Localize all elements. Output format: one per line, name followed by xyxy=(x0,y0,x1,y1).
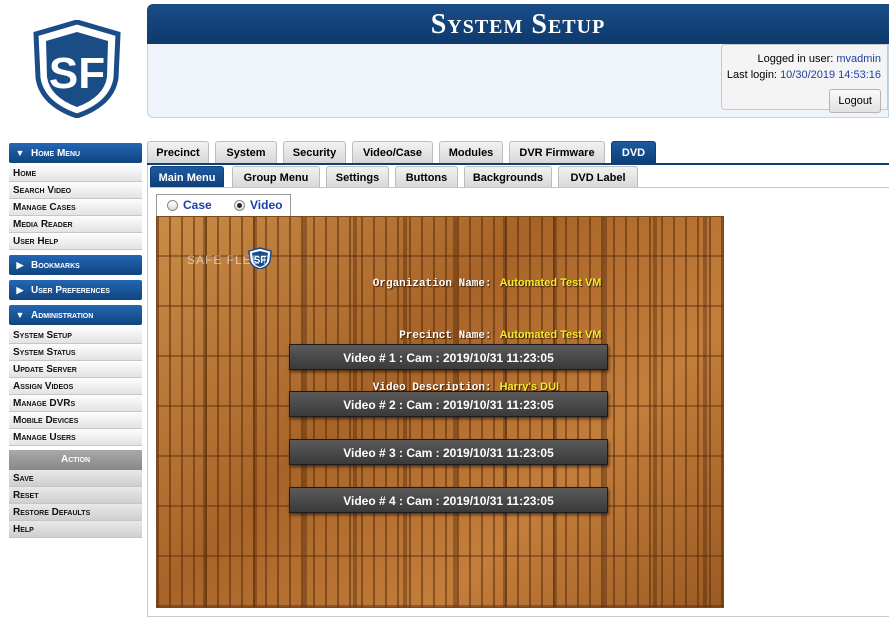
tab-main-menu[interactable]: Main Menu xyxy=(150,166,224,188)
last-login-line: Last login: 10/30/2019 14:53:16 xyxy=(722,67,881,83)
radio-unchecked-icon xyxy=(167,199,178,211)
triangle-right-icon: ▶ xyxy=(16,260,24,270)
page-title: System Setup xyxy=(147,4,889,44)
preview-type-selector: Case Video xyxy=(156,194,291,216)
tab-dvd-label[interactable]: DVD Label xyxy=(558,166,638,188)
precinct-value: Automated Test VM xyxy=(499,329,602,341)
tab-backgrounds[interactable]: Backgrounds xyxy=(464,166,552,188)
org-label: Organization Name: xyxy=(372,278,492,290)
login-info-box: Logged in user: mvadmin Last login: 10/3… xyxy=(721,44,888,113)
sidebar-item-assign-videos[interactable]: Assign Videos xyxy=(9,378,142,395)
action-save[interactable]: Save xyxy=(9,470,142,487)
org-row: Organization Name: Automated Test VM xyxy=(317,258,602,310)
tab-settings[interactable]: Settings xyxy=(326,166,389,188)
case-radio-label: Case xyxy=(183,198,212,212)
tab-modules[interactable]: Modules xyxy=(439,141,503,163)
bookmarks-label: Bookmarks xyxy=(31,260,80,271)
tab-group-menu[interactable]: Group Menu xyxy=(232,166,320,188)
video-button-4[interactable]: Video # 4 : Cam : 2019/10/31 11:23:05 xyxy=(289,487,608,513)
tab-system[interactable]: System xyxy=(215,141,277,163)
radio-checked-icon xyxy=(234,199,245,211)
case-radio[interactable]: Case xyxy=(167,198,212,212)
triangle-down-icon: ▼ xyxy=(15,148,25,158)
logged-in-label: Logged in user: xyxy=(757,53,834,65)
watermark-text: SAFE FLEET xyxy=(187,253,270,267)
user-preferences-header[interactable]: ▶ User Preferences xyxy=(9,280,142,300)
administration-label: Administration xyxy=(31,310,94,321)
sidebar-item-search-video[interactable]: Search Video xyxy=(9,182,142,199)
header-panel: Logged in user: mvadmin Last login: 10/3… xyxy=(147,44,889,118)
sidebar-item-media-reader[interactable]: Media Reader xyxy=(9,216,142,233)
dvd-menu-preview: SF SAFE FLEET Organization Name: Automate… xyxy=(156,216,724,608)
tab-video-case[interactable]: Video/Case xyxy=(352,141,433,163)
logout-button[interactable]: Logout xyxy=(829,89,881,113)
sub-tabs-divider xyxy=(150,187,889,188)
tab-security[interactable]: Security xyxy=(283,141,346,163)
triangle-down-icon: ▼ xyxy=(15,310,25,320)
sidebar-item-home[interactable]: Home xyxy=(9,165,142,182)
sidebar-item-manage-cases[interactable]: Manage Cases xyxy=(9,199,142,216)
triangle-right-icon: ▶ xyxy=(16,285,24,295)
sidebar-item-user-help[interactable]: User Help xyxy=(9,233,142,250)
tab-dvr-firmware[interactable]: DVR Firmware xyxy=(509,141,605,163)
sidebar-item-system-setup[interactable]: System Setup xyxy=(9,327,142,344)
sidebar-item-update-server[interactable]: Update Server xyxy=(9,361,142,378)
action-header: Action xyxy=(9,450,142,470)
last-login-value: 10/30/2019 14:53:16 xyxy=(780,69,881,81)
action-reset[interactable]: Reset xyxy=(9,487,142,504)
tab-precinct[interactable]: Precinct xyxy=(147,141,209,163)
home-menu-header[interactable]: ▼ Home Menu xyxy=(9,143,142,163)
video-radio[interactable]: Video xyxy=(234,198,282,212)
sidebar-item-mobile-devices[interactable]: Mobile Devices xyxy=(9,412,142,429)
user-preferences-label: User Preferences xyxy=(31,285,110,296)
action-help[interactable]: Help xyxy=(9,521,142,538)
org-value: Automated Test VM xyxy=(499,277,602,289)
sidebar-item-system-status[interactable]: System Status xyxy=(9,344,142,361)
logged-in-user: mvadmin xyxy=(836,53,881,65)
tab-buttons[interactable]: Buttons xyxy=(395,166,458,188)
sidebar-item-manage-dvrs[interactable]: Manage DVRs xyxy=(9,395,142,412)
video-button-2[interactable]: Video # 2 : Cam : 2019/10/31 11:23:05 xyxy=(289,391,608,417)
video-button-1[interactable]: Video # 1 : Cam : 2019/10/31 11:23:05 xyxy=(289,344,608,370)
svg-text:SF: SF xyxy=(49,49,105,98)
last-login-label: Last login: xyxy=(726,69,777,81)
administration-header[interactable]: ▼ Administration xyxy=(9,305,142,325)
video-button-3[interactable]: Video # 3 : Cam : 2019/10/31 11:23:05 xyxy=(289,439,608,465)
bookmarks-header[interactable]: ▶ Bookmarks xyxy=(9,255,142,275)
tab-dvd[interactable]: DVD xyxy=(611,141,656,163)
precinct-label: Precinct Name: xyxy=(399,330,492,342)
action-restore-defaults[interactable]: Restore Defaults xyxy=(9,504,142,521)
logged-in-line: Logged in user: mvadmin xyxy=(722,51,881,67)
sidebar: ▼ Home Menu Home Search Video Manage Case… xyxy=(9,143,142,538)
video-radio-label: Video xyxy=(250,198,283,212)
safe-fleet-logo: SF xyxy=(33,20,121,118)
home-menu-label: Home Menu xyxy=(31,148,81,159)
sidebar-item-manage-users[interactable]: Manage Users xyxy=(9,429,142,446)
